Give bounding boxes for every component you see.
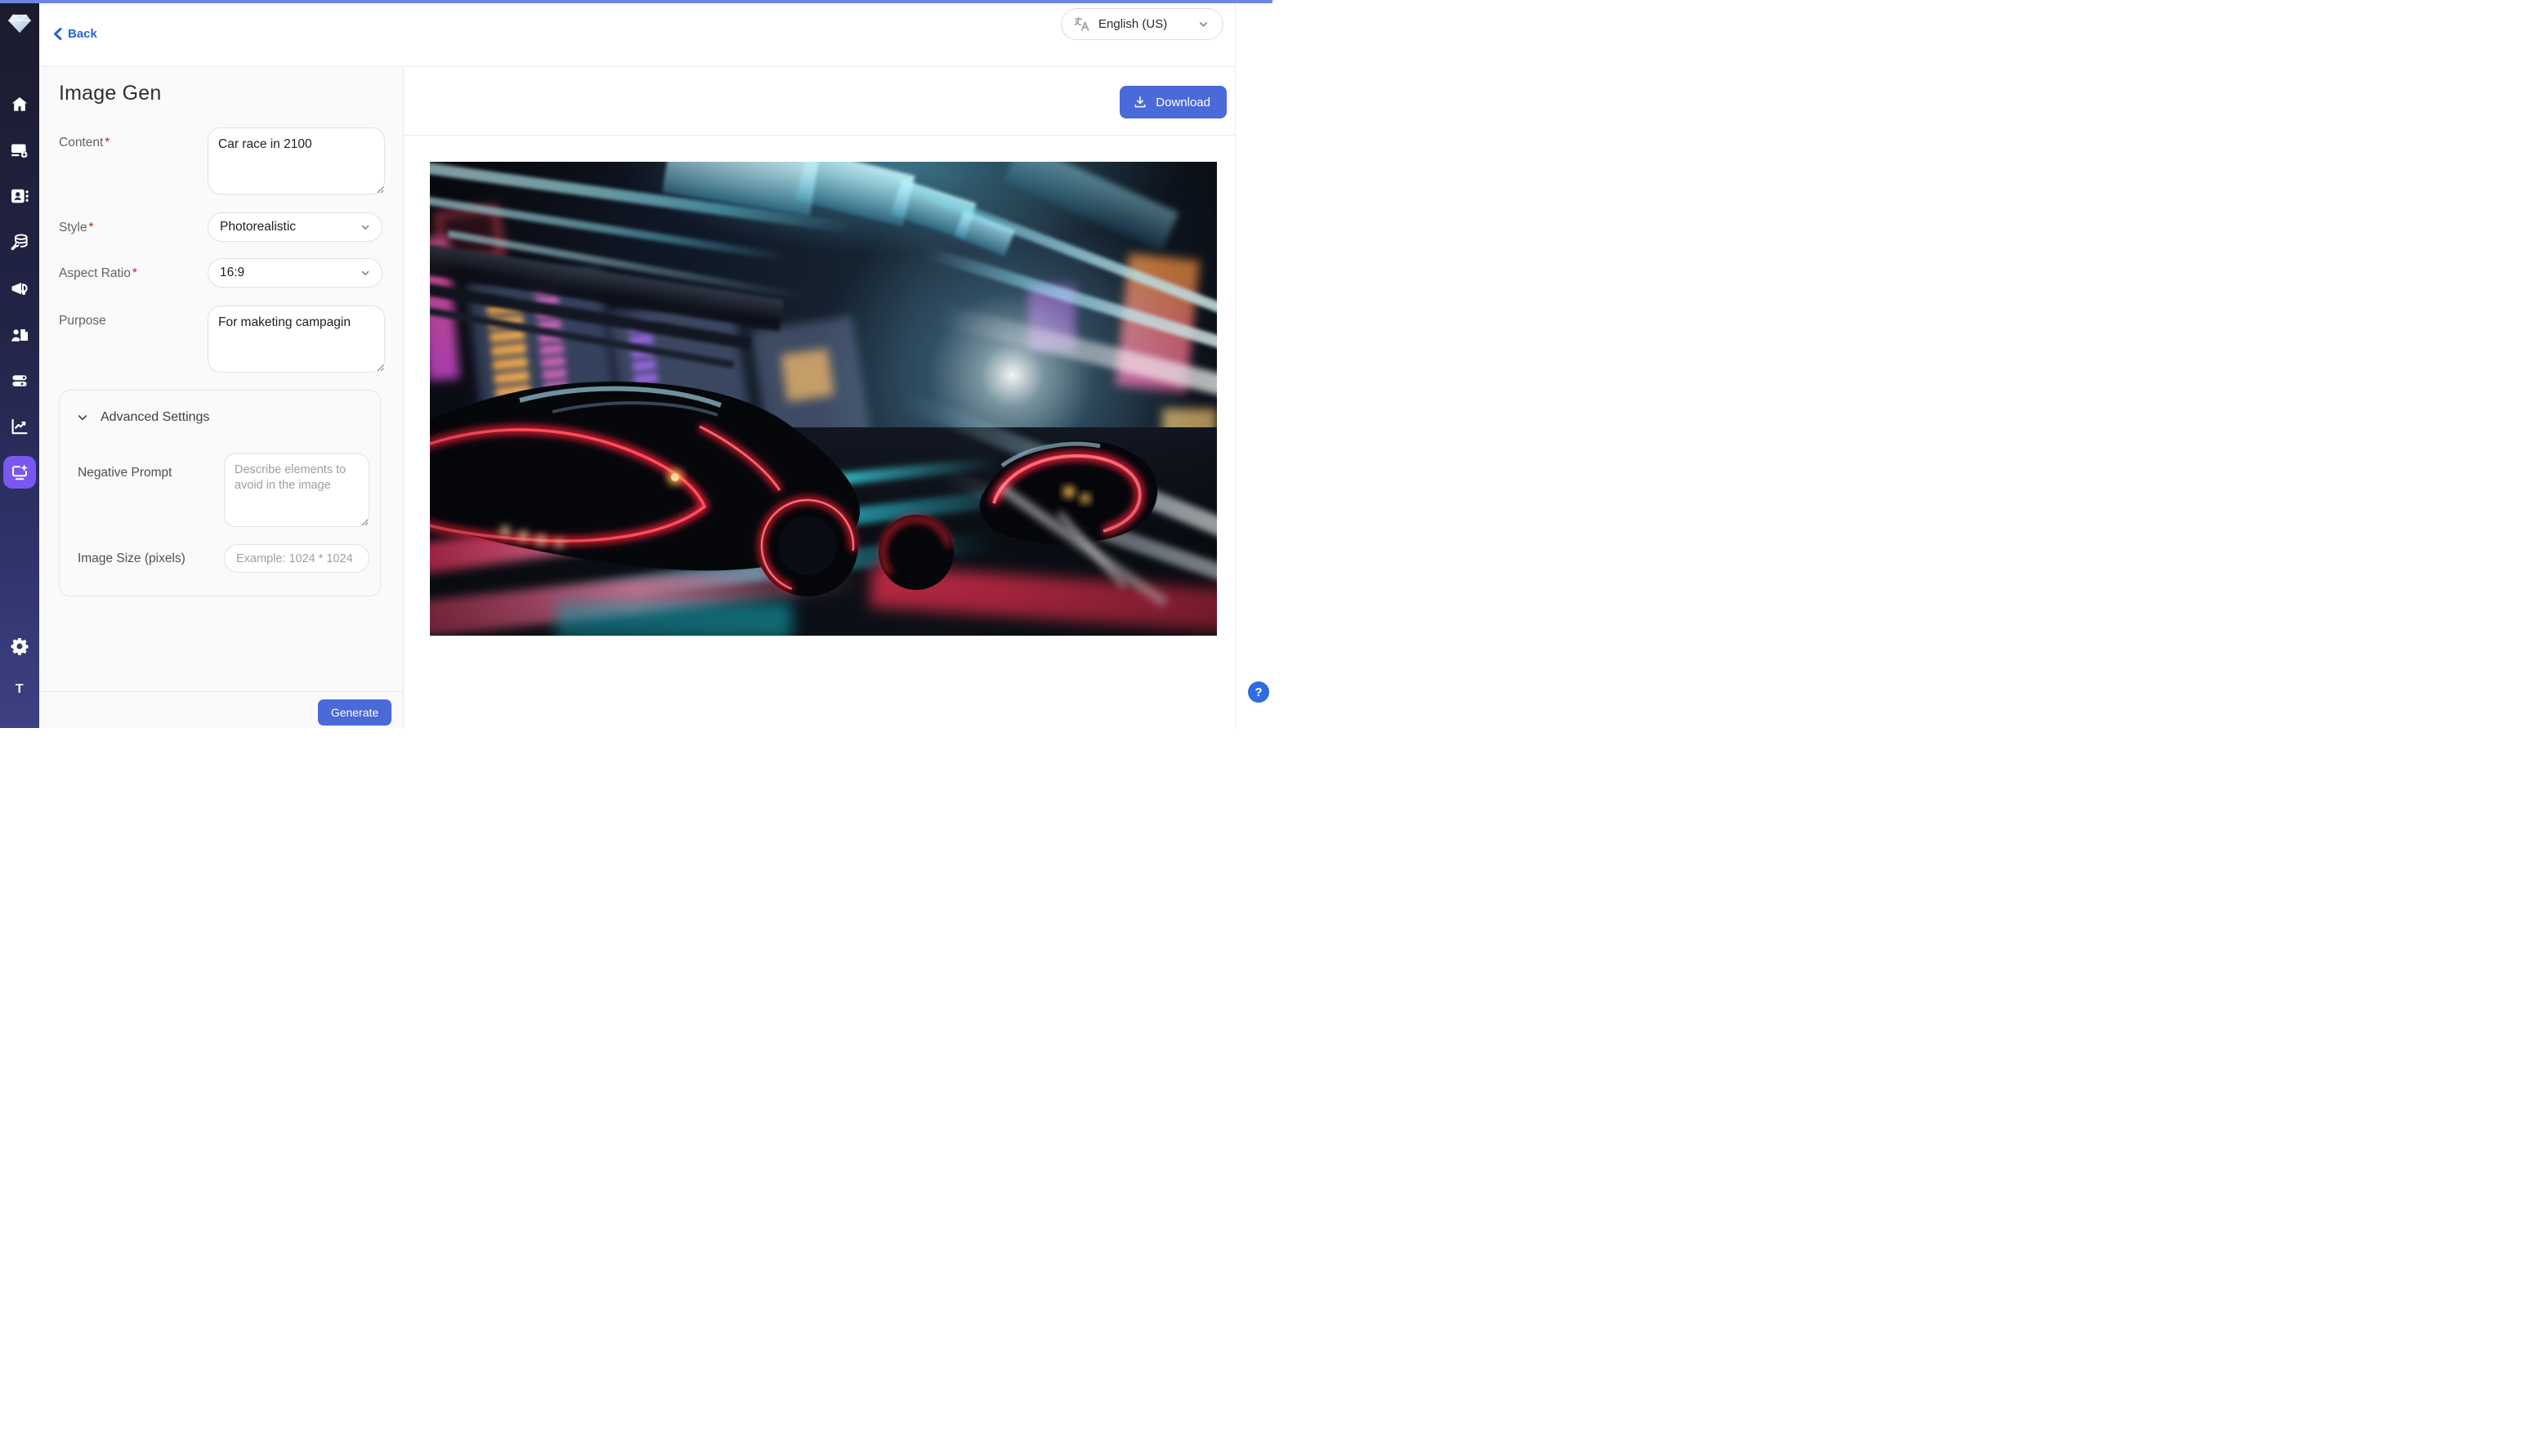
language-selector[interactable]: English (US)	[1061, 8, 1223, 40]
top-accent-strip	[0, 0, 1272, 3]
language-label: English (US)	[1098, 17, 1189, 31]
database-tools-icon[interactable]	[10, 232, 29, 252]
chevron-down-icon	[360, 221, 371, 233]
sidebar-item-image-gen[interactable]	[3, 456, 36, 489]
settings-gear-icon[interactable]	[10, 636, 29, 656]
stacked-cards-icon[interactable]	[10, 371, 29, 391]
panel-divider	[39, 691, 404, 692]
style-label: Style*	[59, 221, 94, 235]
purpose-label: Purpose	[59, 314, 106, 328]
negative-prompt-textarea[interactable]	[224, 453, 369, 527]
chevron-down-icon	[1197, 18, 1210, 30]
download-label: Download	[1156, 96, 1210, 109]
translate-icon	[1073, 16, 1090, 33]
download-icon	[1133, 95, 1147, 109]
device-settings-icon[interactable]	[10, 141, 29, 160]
content-textarea[interactable]: Car race in 2100	[208, 127, 385, 194]
back-link[interactable]: Back	[53, 27, 97, 41]
image-gen-icon	[10, 462, 29, 482]
advanced-settings-title: Advanced Settings	[101, 410, 209, 425]
content-label: Content*	[59, 136, 110, 150]
back-label: Back	[68, 27, 97, 41]
result-area: Download	[404, 67, 1235, 728]
chevron-down-icon	[76, 411, 89, 424]
aspect-ratio-label: Aspect Ratio*	[59, 266, 137, 281]
header: Back English (US)	[39, 3, 1235, 67]
megaphone-icon[interactable]	[10, 279, 29, 298]
download-button[interactable]: Download	[1120, 86, 1227, 118]
style-select-value: Photorealistic	[220, 220, 296, 234]
generated-image	[430, 162, 1217, 636]
image-size-input[interactable]	[224, 544, 369, 573]
line-chart-icon[interactable]	[10, 417, 29, 436]
required-mark: *	[105, 136, 110, 150]
aspect-ratio-select-value: 16:9	[220, 266, 244, 280]
advanced-settings-toggle[interactable]: Advanced Settings	[76, 410, 209, 425]
app-frame-edge	[1235, 3, 1236, 728]
user-document-icon[interactable]	[10, 325, 29, 345]
gem-logo[interactable]	[7, 13, 32, 34]
sidebar: T	[0, 3, 39, 728]
style-select[interactable]: Photorealistic	[208, 212, 382, 242]
home-icon[interactable]	[10, 95, 29, 114]
image-gen-form-panel: Image Gen Content* Car race in 2100 Styl…	[39, 67, 404, 728]
required-mark: *	[88, 221, 93, 234]
required-mark: *	[132, 266, 137, 280]
contact-card-icon[interactable]	[10, 186, 29, 206]
purpose-textarea[interactable]: For maketing campagin	[208, 306, 385, 373]
negative-prompt-label: Negative Prompt	[78, 466, 172, 480]
generate-button[interactable]: Generate	[318, 699, 391, 726]
chevron-down-icon	[360, 267, 371, 279]
user-avatar-initial[interactable]: T	[16, 682, 24, 697]
image-size-label: Image Size (pixels)	[78, 552, 186, 566]
page-title: Image Gen	[59, 82, 161, 105]
result-divider	[404, 135, 1235, 136]
chevron-left-icon	[53, 28, 62, 40]
advanced-settings-box: Advanced Settings Negative Prompt Image …	[59, 390, 381, 596]
help-button[interactable]: ?	[1248, 681, 1269, 703]
aspect-ratio-select[interactable]: 16:9	[208, 258, 382, 288]
